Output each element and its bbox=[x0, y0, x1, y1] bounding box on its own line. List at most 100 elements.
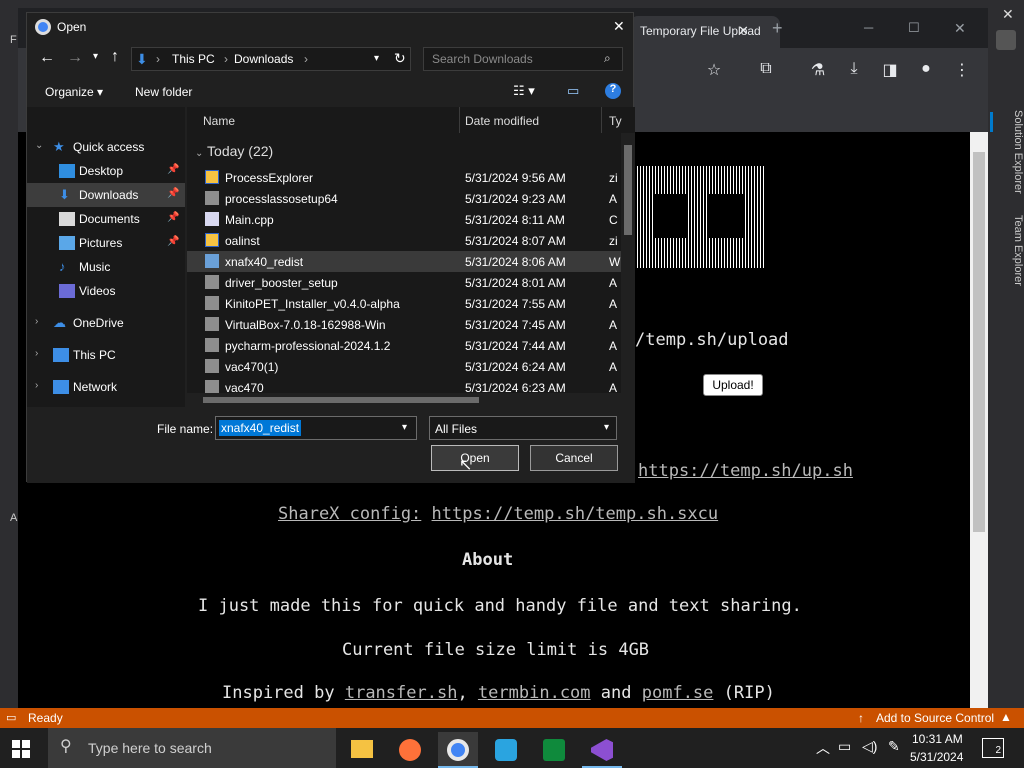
filename-input[interactable]: xnafx40_redist ▾ bbox=[215, 416, 417, 440]
view-options-icon[interactable]: ☷ ▾ bbox=[513, 83, 535, 99]
breadcrumb-this-pc[interactable]: This PC bbox=[172, 52, 215, 66]
team-explorer-tab[interactable]: Team Explorer bbox=[988, 215, 1024, 295]
sharex-link[interactable]: https://temp.sh/temp.sh.sxcu bbox=[432, 504, 719, 524]
maximize-icon[interactable]: ☐ bbox=[908, 20, 920, 36]
breadcrumb-bar[interactable]: ⬇ › This PC › Downloads › ▾ ↻ bbox=[131, 47, 411, 71]
file-row[interactable]: processlassosetup64 5/31/2024 9:23 AM A bbox=[187, 188, 635, 209]
file-row[interactable]: KinitoPET_Installer_v0.4.0-alpha 5/31/202… bbox=[187, 293, 635, 314]
taskbar-search-box[interactable]: ⚲ Type here to search bbox=[48, 728, 336, 768]
script-link[interactable]: https://temp.sh/up.sh bbox=[638, 461, 853, 481]
visual-studio-icon[interactable] bbox=[582, 732, 622, 768]
notification-bell-icon[interactable]: ▲ bbox=[1000, 710, 1012, 724]
extensions-icon[interactable]: ⧉ bbox=[754, 60, 778, 78]
clock-time[interactable]: 10:31 AM bbox=[912, 732, 963, 746]
search-app-icon[interactable] bbox=[486, 732, 526, 768]
organize-button[interactable]: Organize ▾ bbox=[45, 85, 103, 99]
dialog-close-icon[interactable]: ✕ bbox=[613, 18, 625, 35]
browser-tab[interactable]: Temporary File Upload bbox=[630, 16, 780, 48]
nav-item[interactable]: › ☁ OneDrive bbox=[27, 311, 185, 335]
file-row[interactable]: VirtualBox-7.0.18-162988-Win 5/31/2024 7:… bbox=[187, 314, 635, 335]
file-type: A bbox=[609, 297, 618, 311]
pen-icon[interactable]: ✎ bbox=[888, 738, 900, 755]
up-arrow-icon[interactable]: ↑ bbox=[111, 48, 119, 66]
nav-item[interactable]: › This PC bbox=[27, 343, 185, 367]
upload-button[interactable]: Upload! bbox=[703, 374, 763, 396]
address-dropdown-icon[interactable]: ▾ bbox=[374, 53, 379, 64]
pomf-link[interactable]: pomf.se bbox=[642, 683, 714, 703]
bookmark-star-icon[interactable]: ☆ bbox=[702, 60, 726, 80]
search-icon[interactable]: ⌕ bbox=[604, 51, 611, 66]
file-row[interactable]: ProcessExplorer 5/31/2024 9:56 AM zi bbox=[187, 167, 635, 188]
termbin-link[interactable]: termbin.com bbox=[478, 683, 591, 703]
nav-item[interactable]: Videos bbox=[27, 279, 185, 303]
spreadsheet-app-icon[interactable] bbox=[534, 732, 574, 768]
solution-explorer-tab[interactable]: Solution Explorer bbox=[988, 110, 1024, 210]
file-row[interactable]: driver_booster_setup 5/31/2024 8:01 AM A bbox=[187, 272, 635, 293]
recent-dropdown-icon[interactable]: ▾ bbox=[93, 51, 98, 62]
search-downloads-input[interactable]: Search Downloads ⌕ bbox=[423, 47, 623, 71]
firefox-icon[interactable] bbox=[390, 732, 430, 768]
help-icon[interactable]: ? bbox=[605, 83, 621, 99]
column-date-modified[interactable]: Date modified bbox=[465, 114, 539, 128]
expand-chevron-icon[interactable]: › bbox=[35, 316, 38, 327]
cancel-button[interactable]: Cancel bbox=[530, 445, 618, 471]
menu-kebab-icon[interactable]: ⋮ bbox=[950, 60, 974, 80]
file-list-hscroll-thumb[interactable] bbox=[203, 397, 479, 403]
file-list-hscroll[interactable] bbox=[187, 393, 635, 407]
expand-chevron-icon[interactable]: › bbox=[35, 380, 38, 391]
clock-date[interactable]: 5/31/2024 bbox=[910, 750, 963, 764]
new-tab-icon[interactable]: + bbox=[772, 18, 783, 39]
chrome-taskbar-icon[interactable] bbox=[438, 732, 478, 768]
file-explorer-icon[interactable] bbox=[342, 732, 382, 768]
breadcrumb-downloads[interactable]: Downloads bbox=[234, 52, 293, 66]
side-panel-icon[interactable]: ◨ bbox=[878, 60, 902, 80]
transfer-sh-link[interactable]: transfer.sh bbox=[345, 683, 458, 703]
network-tray-icon[interactable]: ▭ bbox=[838, 738, 851, 755]
file-row[interactable]: Main.cpp 5/31/2024 8:11 AM C bbox=[187, 209, 635, 230]
file-row[interactable]: pycharm-professional-2024.1.2 5/31/2024 7… bbox=[187, 335, 635, 356]
show-hidden-icons[interactable]: ︿ bbox=[816, 738, 830, 758]
nav-item[interactable]: Desktop 📌 bbox=[27, 159, 185, 183]
volume-icon[interactable]: ◁) bbox=[862, 738, 877, 755]
new-folder-button[interactable]: New folder bbox=[135, 85, 192, 99]
notification-center-icon[interactable]: 2 bbox=[982, 738, 1004, 758]
refresh-icon[interactable]: ↻ bbox=[394, 50, 406, 67]
filename-dropdown-icon[interactable]: ▾ bbox=[402, 422, 407, 433]
page-scrollbar[interactable] bbox=[970, 132, 988, 710]
back-arrow-icon[interactable]: ← bbox=[39, 49, 55, 67]
add-to-source-control[interactable]: Add to Source Control bbox=[876, 711, 994, 725]
minimize-icon[interactable]: ─ bbox=[864, 20, 873, 35]
window-close-icon[interactable]: ✕ bbox=[954, 20, 966, 37]
downloads-icon[interactable]: ⤓ bbox=[842, 60, 866, 78]
nav-item[interactable]: Documents 📌 bbox=[27, 207, 185, 231]
filetype-select[interactable]: All Files ▾ bbox=[429, 416, 617, 440]
labs-flask-icon[interactable]: ⚗ bbox=[806, 60, 830, 80]
nav-item[interactable]: › Network bbox=[27, 375, 185, 399]
file-list-vscroll-thumb[interactable] bbox=[624, 145, 632, 235]
group-header-today[interactable]: ⌄ Today (22) bbox=[195, 143, 273, 159]
filetype-dropdown-icon[interactable]: ▾ bbox=[604, 422, 609, 433]
forward-arrow-icon[interactable]: → bbox=[67, 49, 83, 67]
vs-close-icon[interactable]: ✕ bbox=[1002, 6, 1014, 23]
column-type[interactable]: Ty bbox=[609, 114, 622, 128]
file-list-vscroll[interactable] bbox=[621, 133, 635, 393]
start-windows-icon[interactable] bbox=[12, 740, 30, 758]
expand-chevron-icon[interactable]: ⌄ bbox=[35, 140, 43, 151]
expand-chevron-icon[interactable]: › bbox=[35, 348, 38, 359]
nav-item[interactable]: ⬇ Downloads 📌 bbox=[27, 183, 185, 207]
account-icon[interactable] bbox=[996, 30, 1016, 50]
file-row[interactable]: xnafx40_redist 5/31/2024 8:06 AM W bbox=[187, 251, 635, 272]
column-name[interactable]: Name bbox=[203, 114, 235, 128]
profile-icon[interactable]: ● bbox=[914, 60, 938, 78]
page-scroll-thumb[interactable] bbox=[973, 152, 985, 532]
nav-item[interactable]: Pictures 📌 bbox=[27, 231, 185, 255]
nav-item[interactable]: ♪ Music bbox=[27, 255, 185, 279]
tab-close-icon[interactable]: ✕ bbox=[738, 23, 749, 39]
preview-pane-icon[interactable]: ▭ bbox=[567, 83, 579, 99]
open-button[interactable]: Open bbox=[431, 445, 519, 471]
file-row[interactable]: oalinst 5/31/2024 8:07 AM zi bbox=[187, 230, 635, 251]
file-row[interactable]: vac470(1) 5/31/2024 6:24 AM A bbox=[187, 356, 635, 377]
dialog-footer: File name: xnafx40_redist ▾ All Files ▾ … bbox=[27, 407, 635, 483]
file-date: 5/31/2024 8:07 AM bbox=[465, 234, 566, 248]
nav-item[interactable]: ⌄ ★ Quick access bbox=[27, 135, 185, 159]
